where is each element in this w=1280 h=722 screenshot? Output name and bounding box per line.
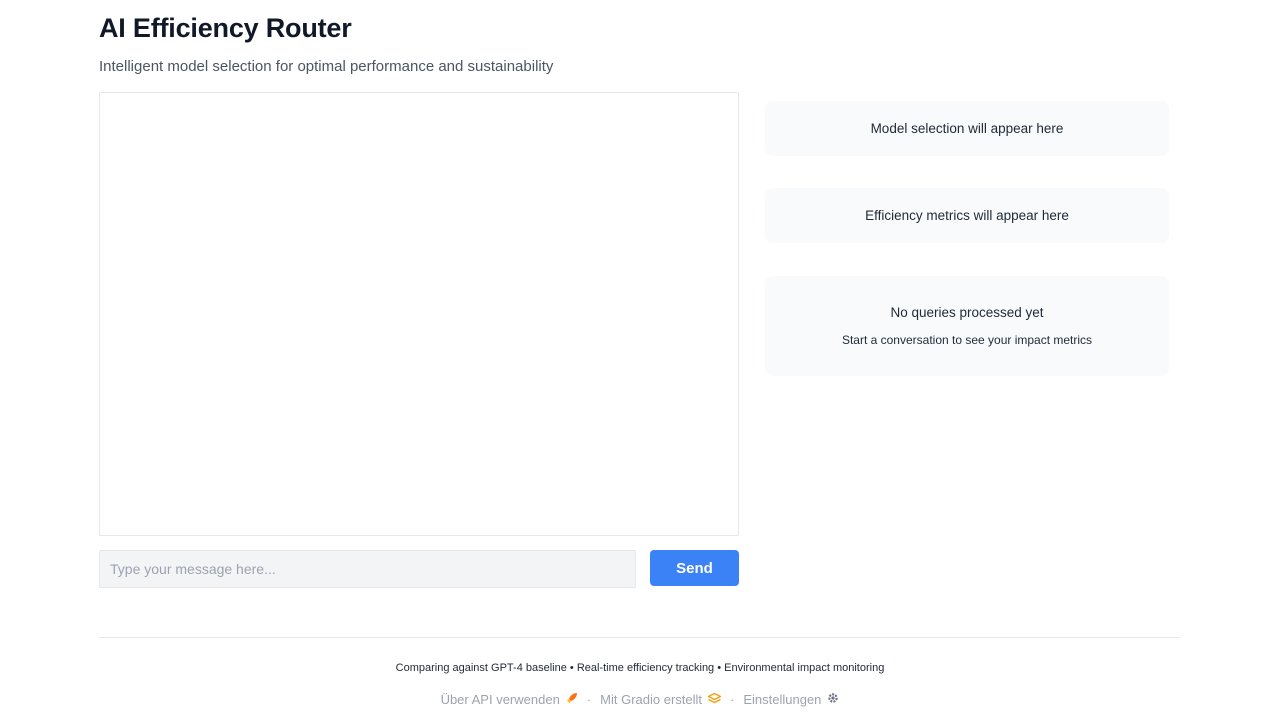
gear-icon (827, 692, 839, 707)
rocket-icon (566, 692, 578, 707)
page-subtitle: Intelligent model selection for optimal … (99, 58, 554, 75)
settings-label: Einstellungen (743, 692, 822, 707)
efficiency-metrics-placeholder: Efficiency metrics will appear here (865, 208, 1069, 223)
footer: Über API verwenden · Mit Gradio erstellt… (0, 692, 1280, 707)
send-button[interactable]: Send (650, 550, 739, 586)
footer-divider (99, 637, 1180, 638)
chatbot-panel[interactable] (99, 92, 739, 536)
gradio-logo-icon (706, 692, 723, 707)
page-title: AI Efficiency Router (99, 13, 352, 43)
baseline-note: Comparing against GPT-4 baseline • Real-… (395, 662, 885, 674)
impact-subtitle: Start a conversation to see your impact … (841, 333, 1093, 347)
built-with-gradio-link[interactable]: Mit Gradio erstellt (600, 692, 723, 707)
use-api-link[interactable]: Über API verwenden (441, 692, 578, 707)
efficiency-metrics-panel: Efficiency metrics will appear here (765, 188, 1169, 243)
built-with-gradio-label: Mit Gradio erstellt (600, 692, 703, 707)
message-input[interactable] (99, 550, 636, 588)
model-selection-placeholder: Model selection will appear here (870, 121, 1064, 136)
model-selection-panel: Model selection will appear here (765, 101, 1169, 156)
settings-link[interactable]: Einstellungen (743, 692, 839, 707)
impact-metrics-panel: No queries processed yet Start a convers… (765, 276, 1169, 376)
footer-separator: · (730, 692, 735, 707)
impact-title: No queries processed yet (890, 305, 1044, 320)
use-api-label: Über API verwenden (440, 692, 560, 707)
footer-separator: · (586, 692, 592, 707)
